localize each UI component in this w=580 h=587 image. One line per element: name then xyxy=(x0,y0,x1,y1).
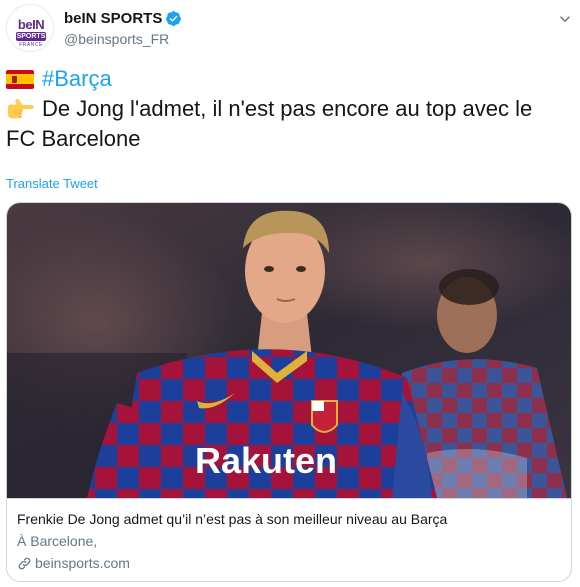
logo-country: FRANCE xyxy=(19,42,43,48)
logo-band: SPORTS xyxy=(16,32,46,41)
tweet-sentence-end: FC Barcelone xyxy=(6,126,141,151)
tweet-line-2: De Jong l'admet, il n'est pas encore au … xyxy=(6,94,572,124)
account-names: beIN SPORTS @beinsports_FR xyxy=(64,8,182,47)
tweet-text: #Barça De Jong l'admet, il n'est pas enc… xyxy=(6,64,572,154)
spain-flag-icon xyxy=(6,69,34,89)
verified-badge-icon xyxy=(166,10,182,26)
hashtag-link[interactable]: #Barça xyxy=(42,64,112,94)
display-name-row: beIN SPORTS xyxy=(64,8,182,28)
card-title: Frenkie De Jong admet qu’il n’est pas à … xyxy=(17,511,448,527)
tweet-line-3: FC Barcelone xyxy=(6,124,572,154)
link-icon xyxy=(18,557,31,569)
avatar[interactable]: beIN SPORTS FRANCE xyxy=(6,4,54,52)
card-description: À Barcelone, xyxy=(17,533,98,549)
player-photo: Rakuten xyxy=(7,203,571,498)
jersey-sponsor-text: Rakuten xyxy=(195,440,337,481)
card-image: Rakuten xyxy=(7,203,571,498)
tweet-line-1: #Barça xyxy=(6,64,572,94)
pointing-right-icon xyxy=(8,99,34,119)
tweet-sentence: De Jong l'admet, il n'est pas encore au … xyxy=(42,96,533,121)
account-handle[interactable]: @beinsports_FR xyxy=(64,31,182,47)
link-card[interactable]: Rakuten Frenkie De Jong admet qu’il n’es… xyxy=(6,202,572,582)
card-domain-row: beinsports.com xyxy=(17,555,561,571)
bein-logo: beIN SPORTS FRANCE xyxy=(12,18,50,48)
tweet-header: beIN SPORTS FRANCE beIN SPORTS @beinspor… xyxy=(6,4,574,52)
card-domain: beinsports.com xyxy=(35,555,130,571)
card-body: Frenkie De Jong admet qu’il n’est pas à … xyxy=(7,498,571,581)
translate-tweet-link[interactable]: Translate Tweet xyxy=(6,176,98,191)
chevron-down-icon[interactable] xyxy=(556,10,574,28)
display-name[interactable]: beIN SPORTS xyxy=(64,10,162,27)
logo-word: beIN xyxy=(17,17,45,32)
